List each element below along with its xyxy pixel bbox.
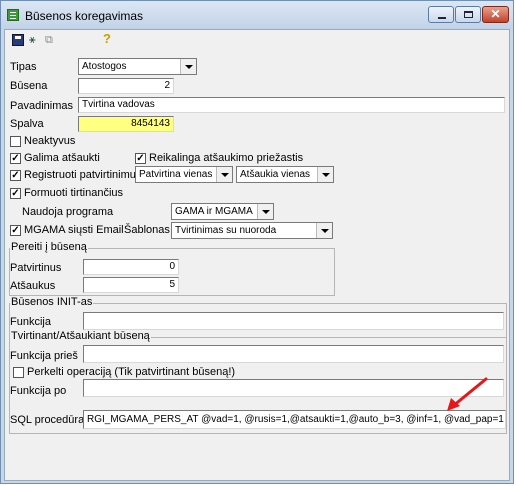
atsaukus-label: Atšaukus bbox=[10, 280, 56, 292]
tipas-select[interactable]: Atostogos bbox=[78, 58, 197, 75]
reikalinga-checkbox[interactable]: ✓ bbox=[135, 153, 146, 164]
neaktyvus-label: Neaktyvus bbox=[24, 135, 76, 147]
form-area: ⚹ ⧉ ? Tipas Atostogos Būsena 2 Pavadinim… bbox=[4, 29, 510, 481]
galima-atsaukti-label: Galima atšaukti bbox=[24, 152, 100, 164]
patvirtinus-input[interactable]: 0 bbox=[83, 259, 179, 275]
spalva-label: Spalva bbox=[10, 118, 44, 130]
tipas-value: Atostogos bbox=[82, 61, 127, 72]
formuoti-checkbox[interactable]: ✓ bbox=[10, 188, 21, 199]
chevron-down-icon bbox=[216, 167, 232, 182]
spalva-input[interactable]: 8454143 bbox=[78, 116, 174, 132]
dialog-window: Būsenos koregavimas ✕ ⚹ ⧉ ? Tipas Atosto… bbox=[0, 0, 514, 484]
annotation-arrow-icon bbox=[447, 377, 488, 411]
chevron-down-icon bbox=[180, 59, 196, 74]
sablonas-value: Tvirtinimas su nuoroda bbox=[175, 225, 277, 236]
busena-input[interactable]: 2 bbox=[78, 78, 174, 94]
pavadinimas-label: Pavadinimas bbox=[10, 100, 73, 112]
funkcija-po-label: Funkcija po bbox=[10, 385, 67, 397]
patvirtina-value: Patvirtina vienas bbox=[139, 169, 213, 180]
chevron-down-icon bbox=[317, 167, 333, 182]
copy-icon[interactable]: ⧉ bbox=[45, 33, 57, 49]
tree-icon[interactable]: ⚹ bbox=[29, 33, 43, 49]
atsaukia-value: Atšaukia vienas bbox=[240, 169, 311, 180]
maximize-button[interactable] bbox=[455, 6, 481, 23]
reikalinga-label: Reikalinga atšaukimo priežastis bbox=[149, 152, 304, 164]
patvirtina-select[interactable]: Patvirtina vienas bbox=[135, 166, 233, 183]
busena-label: Būsena bbox=[10, 80, 48, 92]
registruoti-label: Registruoti patvirtinimus bbox=[24, 169, 142, 181]
naudoja-value: GAMA ir MGAMA bbox=[175, 206, 253, 217]
funkcija-pries-label: Funkcija prieš bbox=[10, 350, 78, 362]
sablonas-select[interactable]: Tvirtinimas su nuoroda bbox=[171, 222, 333, 239]
pereiti-group-title: Pereiti į būseną bbox=[10, 241, 88, 253]
mgama-email-checkbox[interactable]: ✓ bbox=[10, 225, 21, 236]
save-icon[interactable] bbox=[12, 34, 24, 46]
tipas-label: Tipas bbox=[10, 61, 37, 73]
atsaukia-select[interactable]: Atšaukia vienas bbox=[236, 166, 334, 183]
mgama-email-label: MGAMA siųsti Email bbox=[24, 224, 124, 236]
close-icon: ✕ bbox=[490, 7, 501, 21]
perkelti-label: Perkelti operaciją (Tik patvirtinant būs… bbox=[27, 366, 236, 378]
title-bar[interactable]: Būsenos koregavimas ✕ bbox=[1, 1, 513, 29]
patvirtinus-label: Patvirtinus bbox=[10, 262, 62, 274]
close-button[interactable]: ✕ bbox=[482, 6, 509, 23]
init-funkcija-input[interactable] bbox=[83, 312, 504, 330]
pavadinimas-input[interactable]: Tvirtina vadovas bbox=[78, 97, 505, 113]
minimize-button[interactable] bbox=[428, 6, 454, 23]
funkcija-pries-input[interactable] bbox=[83, 345, 504, 363]
chevron-down-icon bbox=[316, 223, 332, 238]
registruoti-checkbox[interactable]: ✓ bbox=[10, 170, 21, 181]
atsaukus-input[interactable]: 5 bbox=[83, 277, 179, 293]
neaktyvus-checkbox[interactable] bbox=[10, 136, 21, 147]
sablonas-label: Šablonas bbox=[124, 224, 170, 236]
chevron-down-icon bbox=[257, 204, 273, 219]
galima-atsaukti-checkbox[interactable]: ✓ bbox=[10, 153, 21, 164]
init-group-title: Būsenos INIT-as bbox=[10, 296, 94, 308]
funkcija-po-input[interactable] bbox=[83, 379, 504, 397]
sql-input[interactable]: RGI_MGAMA_PERS_AT @vad=1, @rusis=1,@atsa… bbox=[83, 410, 506, 429]
formuoti-label: Formuoti tirtinančius bbox=[24, 187, 124, 199]
form-icon bbox=[7, 9, 19, 21]
naudoja-select[interactable]: GAMA ir MGAMA bbox=[171, 203, 274, 220]
help-icon[interactable]: ? bbox=[103, 32, 113, 48]
naudoja-label: Naudoja programa bbox=[22, 206, 114, 218]
perkelti-checkbox[interactable] bbox=[13, 367, 24, 378]
sql-label: SQL procedūra bbox=[10, 414, 85, 426]
window-title: Būsenos koregavimas bbox=[25, 9, 144, 23]
init-funkcija-label: Funkcija bbox=[10, 316, 51, 328]
tvirtinant-group-title: Tvirtinant/Atšaukiant būseną bbox=[10, 330, 151, 342]
